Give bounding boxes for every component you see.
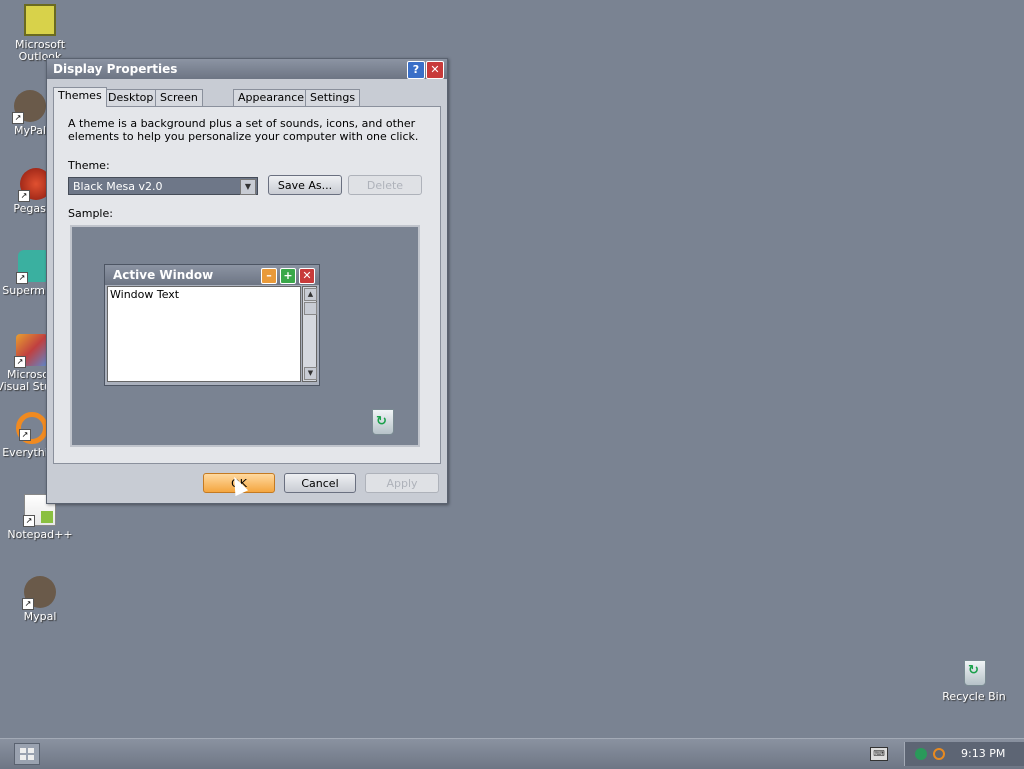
everything-icon: ↗ xyxy=(16,412,48,444)
save-as-button[interactable]: Save As... xyxy=(268,175,342,195)
shortcut-arrow-icon: ↗ xyxy=(18,190,30,202)
window-title: Display Properties xyxy=(53,62,178,76)
clock[interactable]: 9:13 PM xyxy=(961,742,1005,766)
sample-window-body: Window Text xyxy=(107,286,301,382)
close-button[interactable]: ✕ xyxy=(426,61,444,79)
shortcut-arrow-icon: ↗ xyxy=(22,598,34,610)
delete-button: Delete xyxy=(348,175,422,195)
desktop-icon-outlook[interactable]: Microsoft Outlook xyxy=(0,4,80,63)
search-icon[interactable] xyxy=(933,748,945,760)
maximize-icon: + xyxy=(280,268,296,284)
keyboard-icon[interactable]: ⌨ xyxy=(870,747,888,761)
shortcut-arrow-icon: ↗ xyxy=(23,515,35,527)
sample-window-titlebar: Active Window – + ✕ xyxy=(105,265,319,285)
theme-description: A theme is a background plus a set of so… xyxy=(68,117,419,143)
sample-label: Sample: xyxy=(68,207,113,220)
outlook-icon xyxy=(24,4,56,36)
desktop-icon-label: Mypal xyxy=(23,610,57,623)
scroll-down-icon: ▼ xyxy=(304,367,317,380)
recycle-bin-icon: ↻ xyxy=(368,405,396,435)
sample-active-window: Active Window – + ✕ Window Text ▲ ▼ xyxy=(104,264,320,386)
tab-settings[interactable]: Settings xyxy=(305,89,361,106)
sample-window-title: Active Window xyxy=(113,268,214,282)
system-tray: 9:13 PM xyxy=(904,742,1024,766)
scroll-up-icon: ▲ xyxy=(304,288,317,301)
recycle-bin-icon: ↻ xyxy=(958,656,990,688)
tab-appearance[interactable]: Appearance xyxy=(233,89,310,106)
shortcut-arrow-icon: ↗ xyxy=(19,429,31,441)
themes-panel: A theme is a background plus a set of so… xyxy=(53,106,441,464)
apply-button: Apply xyxy=(365,473,439,493)
desktop-icon-label: Recycle Bin xyxy=(942,690,1006,703)
tab-screen-saver[interactable]: Screen Saver xyxy=(155,89,203,120)
start-button[interactable] xyxy=(14,743,40,765)
desktop-icon-mypal-2[interactable]: ↗ Mypal xyxy=(0,576,80,623)
scroll-thumb xyxy=(304,302,317,315)
mypal-icon: ↗ xyxy=(12,90,46,124)
desktop-icon-recycle-bin[interactable]: ↻ Recycle Bin xyxy=(934,656,1014,703)
visual-studio-icon: ↗ xyxy=(14,334,48,368)
shortcut-arrow-icon: ↗ xyxy=(14,356,26,368)
tab-themes[interactable]: Themes xyxy=(53,87,107,107)
close-icon: ✕ xyxy=(299,268,315,284)
minimize-icon: – xyxy=(261,268,277,284)
taskbar: ⌨ 9:13 PM xyxy=(0,738,1024,769)
window-titlebar[interactable]: Display Properties ? ✕ xyxy=(47,59,447,79)
sample-scrollbar: ▲ ▼ xyxy=(302,286,317,382)
shortcut-arrow-icon: ↗ xyxy=(16,272,28,284)
theme-select[interactable]: Black Mesa v2.0 ▼ xyxy=(68,177,258,195)
tab-desktop[interactable]: Desktop xyxy=(103,89,159,106)
network-icon[interactable] xyxy=(915,748,927,760)
cancel-button[interactable]: Cancel xyxy=(284,473,356,493)
desktop-icon-label: Notepad++ xyxy=(7,528,73,541)
chevron-down-icon[interactable]: ▼ xyxy=(240,179,256,195)
shortcut-arrow-icon: ↗ xyxy=(12,112,24,124)
theme-label: Theme: xyxy=(68,159,110,172)
display-properties-window: Display Properties ? ✕ Themes Desktop Sc… xyxy=(46,58,448,504)
theme-select-value: Black Mesa v2.0 xyxy=(73,180,163,193)
sample-window-text: Window Text xyxy=(110,288,180,301)
mypal-icon: ↗ xyxy=(22,576,56,610)
theme-sample-preview: Active Window – + ✕ Window Text ▲ ▼ ↻ xyxy=(70,225,420,447)
help-button[interactable]: ? xyxy=(407,61,425,79)
